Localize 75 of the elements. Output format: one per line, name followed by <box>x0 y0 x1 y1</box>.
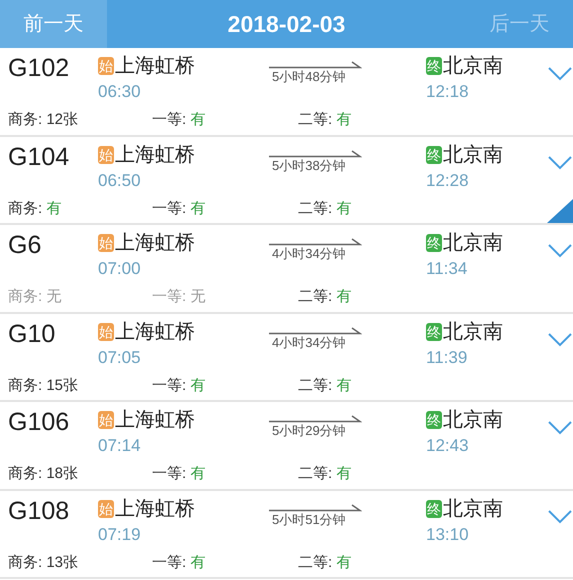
train-number: G6 <box>8 231 42 259</box>
end-badge: 终 <box>426 57 442 75</box>
train-number: G106 <box>8 408 70 436</box>
seat-availability: 二等: 有 <box>298 198 352 218</box>
seat-availability: 一等: 有 <box>152 376 206 396</box>
start-badge: 始 <box>98 322 114 340</box>
seat-availability: 二等: 有 <box>298 464 352 484</box>
arrival-station: 北京南 <box>443 408 503 433</box>
train-row[interactable]: G108 始上海虹桥 07:19 5小时51分钟 终北京南 13:10 商务: 13张 一等: 有 二等: 有 <box>0 490 573 579</box>
departure-station: 上海虹桥 <box>115 496 195 522</box>
arrival-station: 北京南 <box>443 231 503 256</box>
train-number: G10 <box>8 320 56 348</box>
arrival-time: 12:28 <box>426 170 470 192</box>
chevron-down-icon[interactable] <box>548 332 572 346</box>
arrival-station: 北京南 <box>443 496 503 522</box>
seat-availability: 一等: 无 <box>152 287 206 307</box>
seat-availability: 二等: 有 <box>298 552 352 572</box>
seat-availability: 商务: 无 <box>8 287 62 307</box>
seat-availability: 一等: 有 <box>152 464 206 484</box>
departure-time: 07:05 <box>98 346 142 368</box>
seat-availability: 商务: 18张 <box>8 464 78 484</box>
chevron-down-icon[interactable] <box>548 510 572 524</box>
chevron-down-icon[interactable] <box>548 244 572 258</box>
arrival-time: 12:43 <box>426 435 470 457</box>
end-badge: 终 <box>426 411 442 429</box>
end-badge: 终 <box>426 146 442 164</box>
departure-time: 06:50 <box>98 170 142 192</box>
travel-duration: 4小时34分钟 <box>271 246 346 262</box>
departure-station: 上海虹桥 <box>115 231 195 256</box>
arrival-time: 11:39 <box>426 346 468 368</box>
seat-availability: 商务: 15张 <box>8 376 78 396</box>
train-row[interactable]: G10 始上海虹桥 07:05 4小时34分钟 终北京南 11:39 商务: 15张 一等: 有 二等: 有 <box>0 314 573 402</box>
date-title: 2018-02-03 <box>228 10 346 39</box>
start-badge: 始 <box>98 57 114 75</box>
start-badge: 始 <box>98 234 114 252</box>
arrival-station: 北京南 <box>443 142 503 168</box>
chevron-down-icon[interactable] <box>548 421 572 435</box>
seat-availability: 商务: 12张 <box>8 110 78 130</box>
arrival-station: 北京南 <box>443 54 503 79</box>
arrival-station: 北京南 <box>443 320 503 344</box>
departure-station: 上海虹桥 <box>115 320 195 344</box>
chevron-down-icon[interactable] <box>548 156 572 170</box>
departure-station: 上海虹桥 <box>115 142 195 168</box>
start-badge: 始 <box>98 411 114 429</box>
travel-duration: 5小时51分钟 <box>271 512 346 528</box>
departure-time: 07:00 <box>98 258 142 280</box>
start-badge: 始 <box>98 500 114 518</box>
travel-duration: 5小时48分钟 <box>271 69 346 85</box>
seat-availability: 一等: 有 <box>152 552 206 572</box>
departure-time: 07:19 <box>98 524 142 546</box>
arrival-time: 11:34 <box>426 258 468 280</box>
end-badge: 终 <box>426 322 442 340</box>
departure-time: 06:30 <box>98 81 142 103</box>
end-badge: 终 <box>426 234 442 252</box>
arrival-time: 12:18 <box>426 81 470 103</box>
seat-availability: 一等: 有 <box>152 110 206 130</box>
departure-station: 上海虹桥 <box>115 54 195 79</box>
train-number: G102 <box>8 54 70 82</box>
train-number: G108 <box>8 496 70 524</box>
seat-availability: 二等: 有 <box>298 110 352 130</box>
travel-duration: 4小时34分钟 <box>271 334 346 350</box>
start-badge: 始 <box>98 146 114 164</box>
seat-availability: 二等: 有 <box>298 376 352 396</box>
seat-availability: 一等: 有 <box>152 198 206 218</box>
travel-duration: 5小时29分钟 <box>271 423 346 439</box>
train-number: G104 <box>8 142 70 170</box>
seat-availability: 商务: 有 <box>8 198 62 218</box>
departure-station: 上海虹桥 <box>115 408 195 433</box>
seat-availability: 商务: 13张 <box>8 552 78 572</box>
departure-time: 07:14 <box>98 435 142 457</box>
travel-duration: 5小时38分钟 <box>271 158 346 174</box>
arrival-time: 13:10 <box>426 524 470 546</box>
chevron-down-icon[interactable] <box>548 67 572 81</box>
end-badge: 终 <box>426 500 442 518</box>
seat-availability: 二等: 有 <box>298 287 352 307</box>
